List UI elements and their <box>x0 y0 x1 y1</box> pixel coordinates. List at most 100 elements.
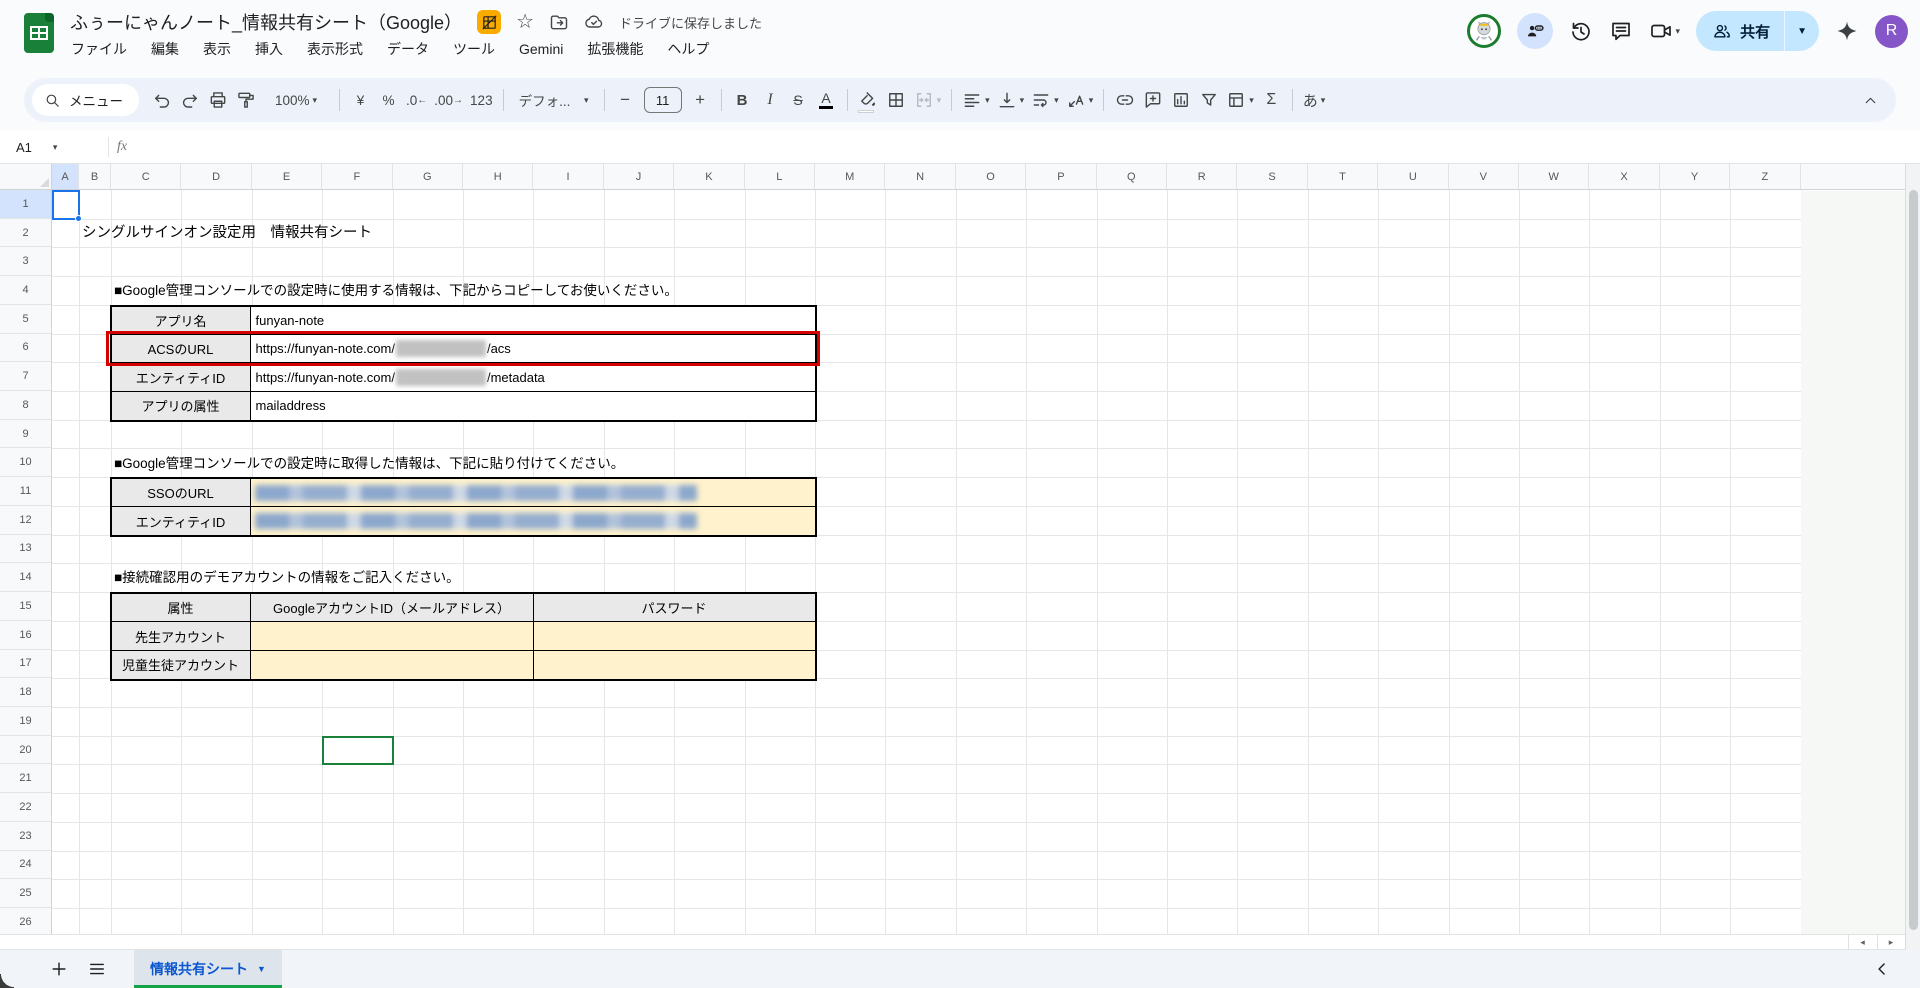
section3-heading[interactable]: ■接続確認用のデモアカウントの情報をご記入ください。 <box>114 563 460 592</box>
hide-toolbar-button[interactable] <box>1857 85 1884 115</box>
row-header-10[interactable]: 10 <box>0 448 51 477</box>
increase-font-size-button[interactable]: + <box>687 85 714 115</box>
row-header-15[interactable]: 15 <box>0 592 51 621</box>
column-header-J[interactable]: J <box>604 164 674 189</box>
row-header-19[interactable]: 19 <box>0 707 51 736</box>
column-header-C[interactable]: C <box>111 164 181 189</box>
student-account-id-cell[interactable] <box>251 651 534 679</box>
row-header-26[interactable]: 26 <box>0 908 51 934</box>
menu-file[interactable]: ファイル <box>64 37 134 61</box>
row-header-18[interactable]: 18 <box>0 678 51 707</box>
column-header-H[interactable]: H <box>463 164 533 189</box>
row-header-12[interactable]: 12 <box>0 506 51 535</box>
decrease-decimal-button[interactable]: .0← <box>403 85 430 115</box>
decrease-font-size-button[interactable]: − <box>612 85 639 115</box>
zoom-select[interactable]: 100%▾ <box>260 85 332 115</box>
menu-view[interactable]: 表示 <box>196 37 238 61</box>
menu-edit[interactable]: 編集 <box>144 37 186 61</box>
bold-button[interactable]: B <box>729 85 756 115</box>
row-header-20[interactable]: 20 <box>0 736 51 765</box>
account-id-header[interactable]: GoogleアカウントID（メールアドレス） <box>251 594 534 622</box>
column-header-S[interactable]: S <box>1237 164 1307 189</box>
row-header-6[interactable]: 6 <box>0 334 51 363</box>
entity-id-value[interactable]: https://funyan-note.com//metadata <box>251 363 815 391</box>
row-header-23[interactable]: 23 <box>0 822 51 851</box>
menu-gemini[interactable]: Gemini <box>512 39 570 59</box>
locked-format-badge-icon[interactable] <box>477 10 501 34</box>
add-sheet-button[interactable] <box>44 954 74 984</box>
column-header-X[interactable]: X <box>1589 164 1659 189</box>
fill-color-button[interactable] <box>855 85 882 115</box>
student-password-cell[interactable] <box>534 651 815 679</box>
row-header-4[interactable]: 4 <box>0 276 51 305</box>
teacher-account-label[interactable]: 先生アカウント <box>112 622 251 650</box>
attr-header[interactable]: 属性 <box>112 594 251 622</box>
font-select[interactable]: デフォ...▾ <box>511 85 597 115</box>
format-percent-button[interactable]: % <box>375 85 402 115</box>
column-header-R[interactable]: R <box>1167 164 1237 189</box>
vertical-align-button[interactable]: ▾ <box>994 85 1028 115</box>
format-currency-button[interactable]: ¥ <box>347 85 374 115</box>
profile-avatar[interactable]: R <box>1875 15 1908 48</box>
column-header-Z[interactable]: Z <box>1730 164 1800 189</box>
row-header-22[interactable]: 22 <box>0 793 51 822</box>
merge-cells-button[interactable]: ▾ <box>911 85 945 115</box>
paint-format-button[interactable] <box>232 85 259 115</box>
entity-id-label[interactable]: エンティティID <box>112 363 251 391</box>
table-views-button[interactable]: ▾ <box>1223 85 1257 115</box>
selected-cell-a1[interactable] <box>52 190 80 220</box>
column-header-N[interactable]: N <box>885 164 955 189</box>
menu-format[interactable]: 表示形式 <box>300 37 370 61</box>
strikethrough-button[interactable]: S <box>785 85 812 115</box>
column-header-I[interactable]: I <box>533 164 603 189</box>
move-to-folder-icon[interactable] <box>549 12 569 32</box>
row-header-1[interactable]: 1 <box>0 190 51 219</box>
sheet-tab-active[interactable]: 情報共有シート ▼ <box>134 950 282 988</box>
row-header-3[interactable]: 3 <box>0 247 51 276</box>
fill-handle[interactable] <box>75 215 82 222</box>
collaborator-cell-f20[interactable] <box>322 736 393 766</box>
sheet-doc-title[interactable]: シングルサインオン設定用 情報共有シート <box>82 219 372 248</box>
horizontal-scrollbar[interactable]: ◂ ▸ <box>0 934 1905 950</box>
input-method-button[interactable]: あ▾ <box>1300 85 1329 115</box>
print-button[interactable] <box>204 85 231 115</box>
row-header-21[interactable]: 21 <box>0 764 51 793</box>
row-header-24[interactable]: 24 <box>0 851 51 880</box>
app-attribute-value[interactable]: mailaddress <box>251 392 815 420</box>
entity-id2-label[interactable]: エンティティID <box>112 507 251 535</box>
row-header-2[interactable]: 2 <box>0 219 51 248</box>
document-title[interactable]: ふぅーにゃんノート_情報共有シート（Google） <box>70 9 462 35</box>
sso-url-label[interactable]: SSOのURL <box>112 479 251 507</box>
sheets-logo-icon[interactable] <box>24 13 54 53</box>
column-header-A[interactable]: A <box>52 164 79 189</box>
row-header-14[interactable]: 14 <box>0 563 51 592</box>
font-size-input[interactable]: 11 <box>644 87 682 113</box>
entity-id2-value[interactable] <box>251 507 815 535</box>
share-dropdown-caret[interactable]: ▼ <box>1785 11 1819 51</box>
column-header-Q[interactable]: Q <box>1097 164 1167 189</box>
insert-comment-button[interactable] <box>1139 85 1166 115</box>
row-header-17[interactable]: 17 <box>0 650 51 679</box>
section2-heading[interactable]: ■Google管理コンソールでの設定時に取得した情報は、下記に貼り付けてください… <box>114 449 624 478</box>
row-header-25[interactable]: 25 <box>0 879 51 908</box>
column-header-V[interactable]: V <box>1449 164 1519 189</box>
column-header-K[interactable]: K <box>674 164 744 189</box>
acs-url-highlight-box[interactable] <box>106 331 820 367</box>
column-header-W[interactable]: W <box>1519 164 1589 189</box>
column-header-G[interactable]: G <box>393 164 463 189</box>
borders-button[interactable] <box>883 85 910 115</box>
teacher-password-cell[interactable] <box>534 622 815 650</box>
all-sheets-menu-button[interactable] <box>82 954 112 984</box>
column-header-T[interactable]: T <box>1308 164 1378 189</box>
horizontal-align-button[interactable]: ▾ <box>959 85 993 115</box>
column-header-L[interactable]: L <box>745 164 815 189</box>
version-history-icon[interactable] <box>1569 19 1593 43</box>
row-header-5[interactable]: 5 <box>0 305 51 334</box>
column-header-O[interactable]: O <box>956 164 1026 189</box>
presence-blur-icon[interactable] <box>1517 13 1553 49</box>
select-all-corner[interactable] <box>0 164 52 190</box>
filter-button[interactable] <box>1195 85 1222 115</box>
teacher-account-id-cell[interactable] <box>251 622 534 650</box>
gemini-sparkle-icon[interactable] <box>1835 19 1859 43</box>
student-account-label[interactable]: 児童生徒アカウント <box>112 651 251 679</box>
